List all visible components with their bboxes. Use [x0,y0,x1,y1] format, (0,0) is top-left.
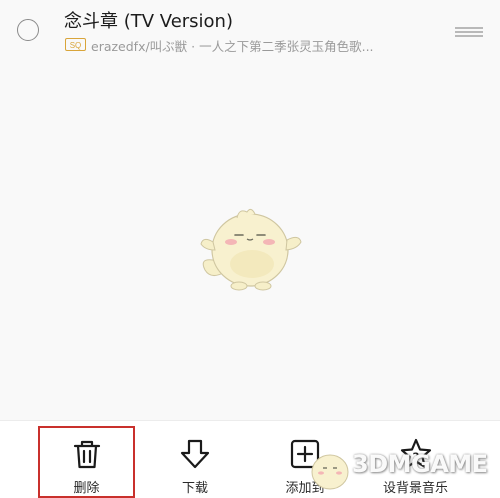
download-arrow-icon [180,439,210,469]
trash-icon [73,440,100,469]
set-background-music-button[interactable]: 2 设背景音乐 [368,421,463,498]
mascot-illustration [200,208,302,291]
song-title: 念斗章 (TV Version) [64,11,233,32]
app-root: 念斗章 (TV Version) SQ erazedfx/叫ぶ獣 · 一人之下第… [0,0,500,498]
bottom-toolbar: 删除 下载 添加到 2 设背景音乐 [0,420,500,498]
delete-button[interactable]: 删除 [38,421,135,498]
svg-text:2: 2 [412,452,419,463]
delete-label: 删除 [73,481,100,496]
select-checkbox[interactable] [17,19,39,41]
add-to-label: 添加到 [285,481,325,496]
download-label: 下载 [181,481,208,496]
star-icon: 2 [400,438,431,468]
song-artist-album: erazedfx/叫ぶ獣 · 一人之下第二季张灵玉角色歌... [91,39,374,54]
quality-badge: SQ [65,38,86,51]
set-background-music-label: 设背景音乐 [382,481,448,496]
add-square-icon [290,439,320,469]
song-list-item[interactable]: 念斗章 (TV Version) SQ erazedfx/叫ぶ獣 · 一人之下第… [0,0,500,64]
drag-handle-icon[interactable] [455,27,483,37]
download-button[interactable]: 下载 [152,421,238,498]
add-to-button[interactable]: 添加到 [262,421,348,498]
